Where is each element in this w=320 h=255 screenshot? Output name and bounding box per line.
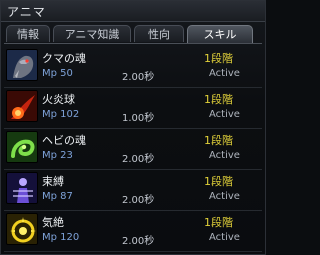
skill-status: Active xyxy=(209,150,240,161)
skill-cast-time: 2.00秒 xyxy=(122,154,155,165)
skill-name: 束縛 xyxy=(42,175,64,188)
skill-name: クマの魂 xyxy=(42,52,86,65)
skill-mp-cost: Mp 87 xyxy=(42,191,73,202)
tab-anima-knowledge[interactable]: アニマ知識 xyxy=(53,25,131,42)
tab-info[interactable]: 情報 xyxy=(6,25,50,42)
skill-row-stun[interactable]: 気絶 Mp 120 2.00秒 1段階 Active xyxy=(4,211,262,252)
skill-name: 気絶 xyxy=(42,216,64,229)
anima-window: アニマ 情報 アニマ知識 性向 スキル クマの魂 Mp 50 2.00秒 1段階… xyxy=(0,0,266,255)
skill-row-binding[interactable]: 束縛 Mp 87 2.00秒 1段階 Active xyxy=(4,170,262,211)
skill-stage: 1段階 xyxy=(204,216,233,229)
skill-stage: 1段階 xyxy=(204,93,233,106)
bear-creature-icon xyxy=(6,49,38,81)
skill-name: 火炎球 xyxy=(42,93,75,106)
tab-disposition[interactable]: 性向 xyxy=(134,25,184,42)
tab-skills[interactable]: スキル xyxy=(187,25,253,43)
skill-cast-time: 2.00秒 xyxy=(122,72,155,83)
skill-status: Active xyxy=(209,232,240,243)
fireball-icon xyxy=(6,90,38,122)
green-snake-icon xyxy=(6,131,38,163)
skill-mp-cost: Mp 23 xyxy=(42,150,73,161)
skill-stage: 1段階 xyxy=(204,52,233,65)
skill-stage: 1段階 xyxy=(204,134,233,147)
window-titlebar[interactable]: アニマ xyxy=(1,1,265,22)
skill-row-bear-soul[interactable]: クマの魂 Mp 50 2.00秒 1段階 Active xyxy=(4,47,262,88)
skill-status: Active xyxy=(209,109,240,120)
skill-list: クマの魂 Mp 50 2.00秒 1段階 Active 火炎球 Mp 102 1… xyxy=(4,47,262,254)
skill-row-snake-soul[interactable]: ヘビの魂 Mp 23 2.00秒 1段階 Active xyxy=(4,129,262,170)
purple-figure-icon xyxy=(6,172,38,204)
skill-stage: 1段階 xyxy=(204,175,233,188)
skill-mp-cost: Mp 50 xyxy=(42,68,73,79)
yellow-burst-icon xyxy=(6,213,38,245)
skill-cast-time: 1.00秒 xyxy=(122,113,155,124)
skill-name: ヘビの魂 xyxy=(42,134,86,147)
skill-row-fireball[interactable]: 火炎球 Mp 102 1.00秒 1段階 Active xyxy=(4,88,262,129)
window-title: アニマ xyxy=(7,5,46,19)
skill-mp-cost: Mp 102 xyxy=(42,109,80,120)
tab-bar: 情報 アニマ知識 性向 スキル xyxy=(4,25,262,44)
skill-status: Active xyxy=(209,191,240,202)
skill-status: Active xyxy=(209,68,240,79)
skill-mp-cost: Mp 120 xyxy=(42,232,80,243)
skill-cast-time: 2.00秒 xyxy=(122,236,155,247)
skill-cast-time: 2.00秒 xyxy=(122,195,155,206)
